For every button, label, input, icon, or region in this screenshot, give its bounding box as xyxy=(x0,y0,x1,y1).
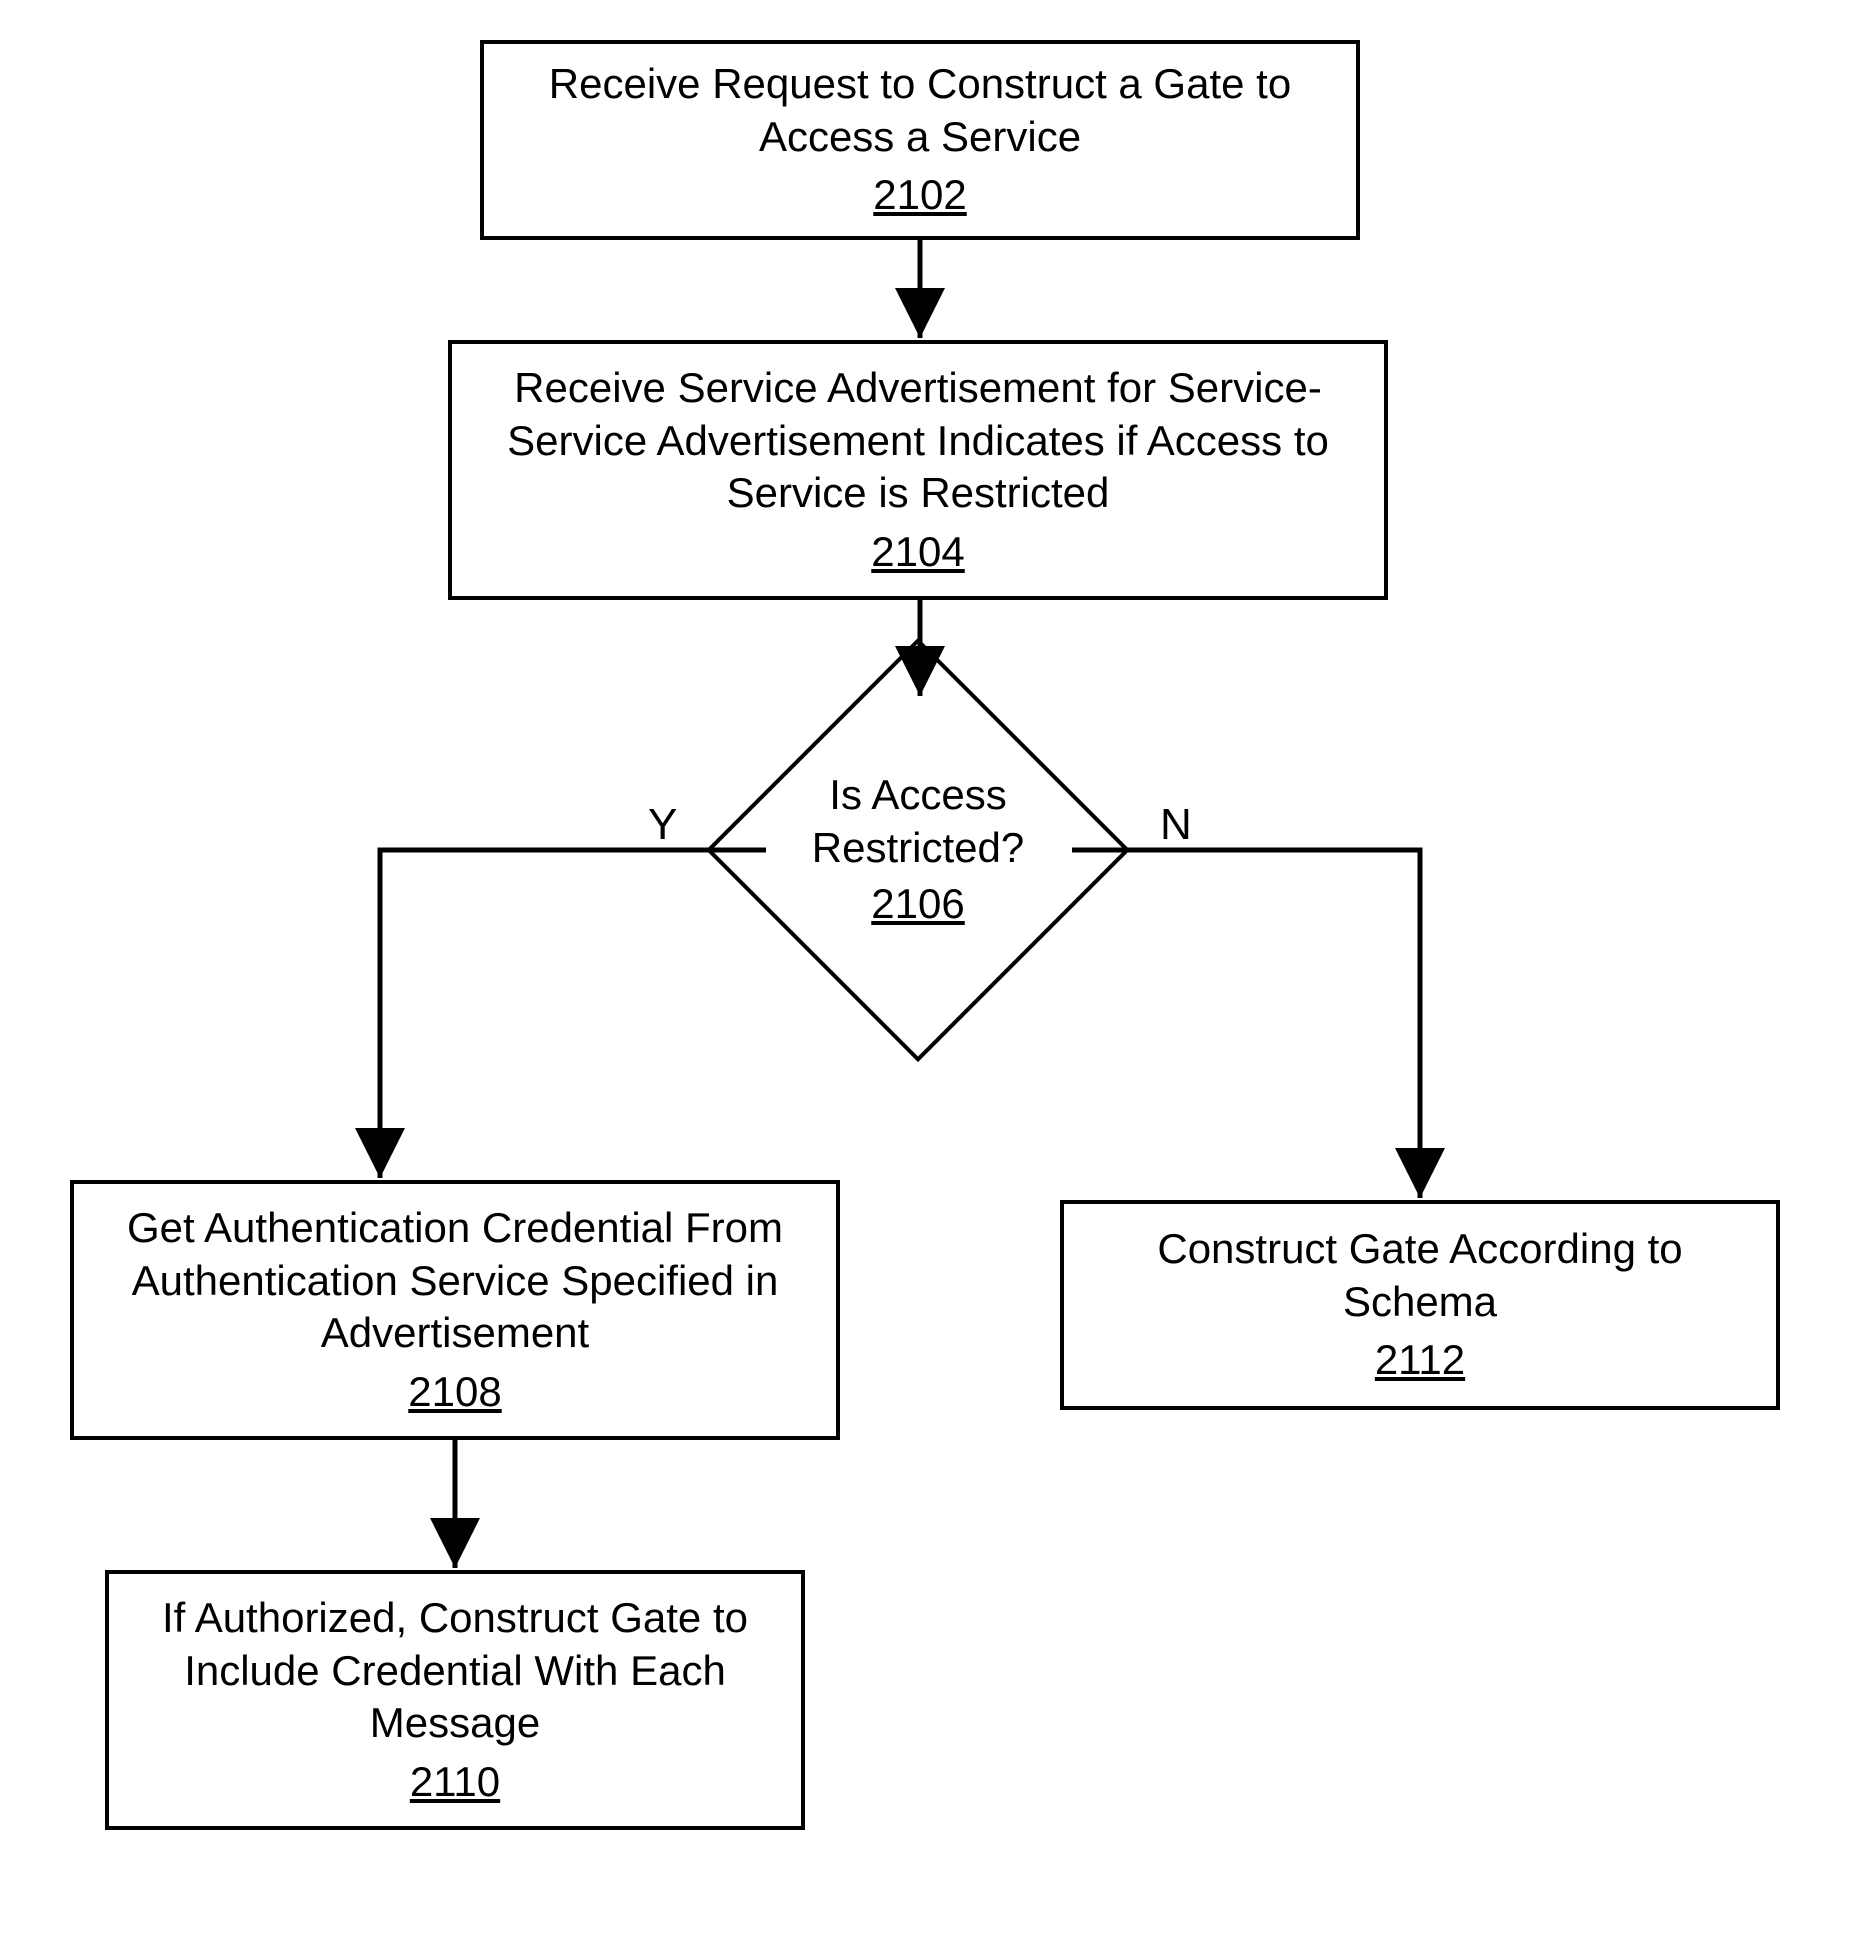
box-text: Construct Gate According to xyxy=(1157,1223,1682,1276)
box-text: Service is Restricted xyxy=(727,467,1110,520)
process-box-2112: Construct Gate According to Schema 2112 xyxy=(1060,1200,1780,1410)
box-text: Message xyxy=(370,1697,540,1750)
edge-label-yes: Y xyxy=(648,800,677,850)
box-text: If Authorized, Construct Gate to xyxy=(162,1592,748,1645)
process-box-2102: Receive Request to Construct a Gate to A… xyxy=(480,40,1360,240)
diamond-text-wrap: Is Access Restricted? 2106 xyxy=(768,700,1068,1000)
box-ref: 2110 xyxy=(410,1756,500,1809)
box-text: Access a Service xyxy=(759,111,1081,164)
decision-diamond-2106: Is Access Restricted? 2106 xyxy=(768,700,1068,1000)
box-ref: 2104 xyxy=(871,526,964,579)
box-text: Include Credential With Each xyxy=(184,1645,726,1698)
box-text: Service Advertisement Indicates if Acces… xyxy=(507,415,1329,468)
box-text: Get Authentication Credential From xyxy=(127,1202,783,1255)
box-text: Receive Request to Construct a Gate to xyxy=(549,58,1291,111)
diamond-text: Is Access xyxy=(829,769,1006,822)
box-ref: 2108 xyxy=(408,1366,501,1419)
box-text: Advertisement xyxy=(321,1307,589,1360)
box-ref: 2112 xyxy=(1375,1334,1465,1387)
process-box-2108: Get Authentication Credential From Authe… xyxy=(70,1180,840,1440)
diamond-ref: 2106 xyxy=(871,878,964,931)
process-box-2104: Receive Service Advertisement for Servic… xyxy=(448,340,1388,600)
process-box-2110: If Authorized, Construct Gate to Include… xyxy=(105,1570,805,1830)
box-text: Authentication Service Specified in xyxy=(132,1255,779,1308)
edge-label-no: N xyxy=(1160,800,1192,850)
box-text: Receive Service Advertisement for Servic… xyxy=(514,362,1322,415)
box-text: Schema xyxy=(1343,1276,1497,1329)
box-ref: 2102 xyxy=(873,169,966,222)
diamond-text: Restricted? xyxy=(812,822,1024,875)
